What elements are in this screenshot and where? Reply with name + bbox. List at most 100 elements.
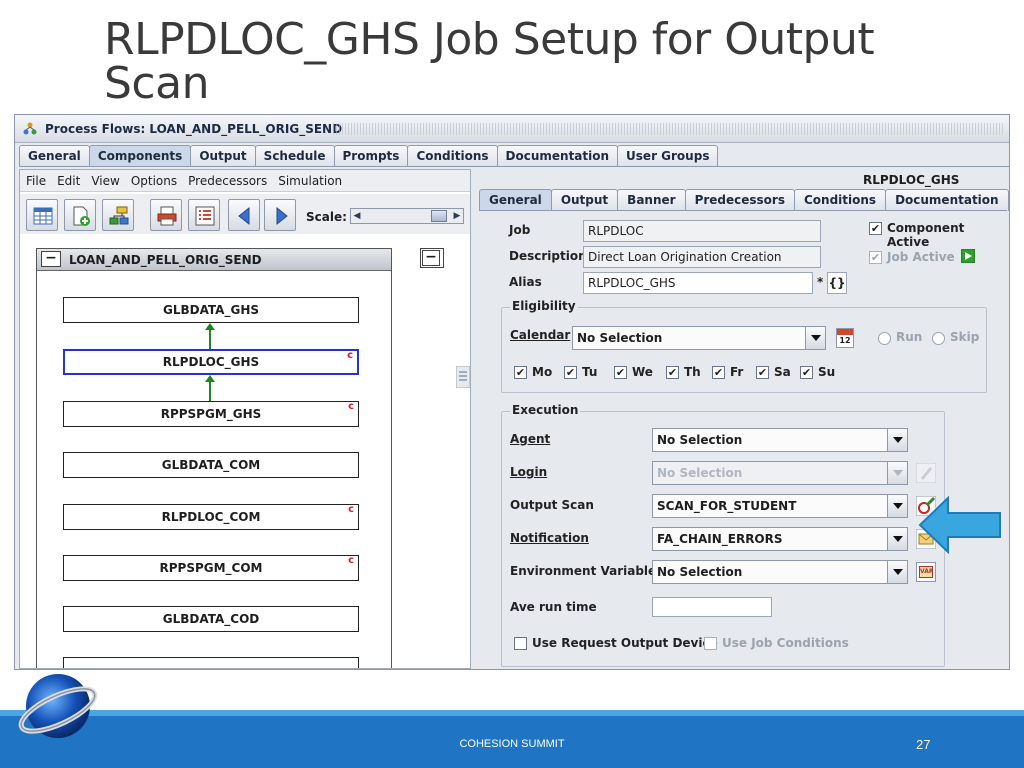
list-view-button[interactable] [188, 199, 220, 231]
node-label: GLBDATA_GHS [162, 303, 260, 317]
env-vars-button[interactable]: VAR [916, 562, 936, 582]
process-flow-icon [23, 122, 37, 135]
job-active-checkbox: ✔ [869, 251, 882, 264]
flow-canvas[interactable]: − LOAN_AND_PELL_ORIG_SEND GLBDATA_GHS RL… [24, 236, 470, 668]
flow-node-glbdata-com[interactable]: GLBDATA_COM [63, 452, 359, 478]
flow-node-rlpdloc-com[interactable]: RLPDLOC_COM c [63, 504, 359, 530]
flow-node-rlpdloc-ghs[interactable]: RLPDLOC_GHS c [63, 349, 359, 375]
tab-output[interactable]: Output [190, 145, 256, 167]
menu-predecessors[interactable]: Predecessors [188, 174, 267, 188]
ctab-conditions[interactable]: Conditions [793, 189, 887, 211]
chevron-down-icon[interactable] [805, 327, 825, 349]
grid-layout-button[interactable] [26, 199, 58, 231]
flow-node-glbdata-cod[interactable]: GLBDATA_COD [63, 606, 359, 632]
window-titlebar[interactable]: Process Flows: LOAN_AND_PELL_ORIG_SEND [15, 115, 1009, 143]
day-th-label: Th [684, 365, 701, 379]
use-request-output-checkbox[interactable] [514, 637, 527, 650]
output-scan-select[interactable]: SCAN_FOR_STUDENT [652, 494, 908, 518]
hierarchy-icon [109, 206, 129, 225]
chevron-down-icon[interactable] [887, 528, 907, 550]
collapse-flow-button[interactable]: − [41, 251, 61, 267]
ctab-documentation[interactable]: Documentation [885, 189, 1009, 211]
agent-value: No Selection [657, 433, 743, 447]
menu-edit[interactable]: Edit [57, 174, 80, 188]
notification-select[interactable]: FA_CHAIN_ERRORS [652, 527, 908, 551]
day-fr-checkbox[interactable]: ✔ [712, 366, 725, 379]
previous-button[interactable] [228, 199, 260, 231]
chevron-down-icon[interactable] [887, 429, 907, 451]
collapse-secondary-button[interactable]: − [422, 250, 440, 266]
node-label: RLPDLOC_COM [161, 510, 261, 524]
arrow-right-icon [276, 206, 288, 226]
tab-schedule[interactable]: Schedule [254, 145, 335, 167]
day-sa-checkbox[interactable]: ✔ [756, 366, 769, 379]
execution-label: Execution [510, 403, 581, 417]
flow-arrow [205, 323, 215, 349]
add-component-button[interactable] [64, 199, 96, 231]
flow-node-rppspgm-ghs[interactable]: RPPSPGM_GHS c [63, 401, 359, 427]
scale-slider[interactable]: ◀ ▶ [350, 208, 464, 224]
tab-prompts[interactable]: Prompts [333, 145, 409, 167]
slider-right-icon[interactable]: ▶ [451, 209, 463, 223]
slider-thumb[interactable] [431, 210, 447, 222]
run-label: Run [896, 330, 923, 344]
flow-node-partial[interactable] [63, 657, 359, 668]
day-tu-checkbox[interactable]: ✔ [564, 366, 577, 379]
print-preview-button[interactable] [150, 199, 182, 231]
env-vars-select[interactable]: No Selection [652, 560, 908, 584]
day-su-checkbox[interactable]: ✔ [800, 366, 813, 379]
footer-strip [0, 710, 1024, 716]
calendar-select[interactable]: No Selection [572, 326, 826, 350]
use-job-conditions-checkbox [704, 637, 717, 650]
day-fr-label: Fr [730, 365, 744, 379]
tab-user-groups[interactable]: User Groups [617, 145, 719, 167]
run-radio[interactable] [878, 332, 891, 345]
component-active-checkbox[interactable]: ✔ [869, 222, 882, 235]
slider-left-icon[interactable]: ◀ [351, 209, 363, 223]
tab-conditions[interactable]: Conditions [407, 145, 498, 167]
ctab-output[interactable]: Output [550, 189, 619, 211]
footer-text: COHESION SUMMIT [459, 738, 565, 750]
calendar-label-text: Calendar [510, 328, 571, 342]
component-tab-bar: General Output Banner Predecessors Condi… [479, 189, 1009, 211]
next-button[interactable] [264, 199, 296, 231]
day-th-checkbox[interactable]: ✔ [666, 366, 679, 379]
flow-node-glbdata-ghs[interactable]: GLBDATA_GHS [63, 297, 359, 323]
job-label: Job [509, 223, 531, 237]
agent-select[interactable]: No Selection [652, 428, 908, 452]
general-tab-body: Job RLPDLOC Description Direct Loan Orig… [479, 210, 1007, 668]
splitter-handle-icon[interactable] [456, 366, 470, 388]
chevron-down-icon[interactable] [887, 561, 907, 583]
alias-variables-button[interactable]: {} [827, 272, 847, 294]
ctab-general[interactable]: General [479, 189, 552, 211]
tab-components[interactable]: Components [88, 145, 192, 167]
ave-run-time-field[interactable] [652, 597, 772, 617]
play-icon[interactable] [961, 249, 975, 263]
required-marker: * [817, 275, 824, 289]
menu-options[interactable]: Options [131, 174, 177, 188]
calendar-icon-day: 12 [839, 336, 851, 345]
calendar-button[interactable]: 12 [836, 328, 854, 348]
flow-node-rppspgm-com[interactable]: RPPSPGM_COM c [63, 555, 359, 581]
calendar-label: Calendar [510, 328, 570, 342]
alias-input[interactable]: RLPDLOC_GHS [583, 272, 813, 294]
flow-structure-button[interactable] [102, 199, 134, 231]
menu-simulation[interactable]: Simulation [278, 174, 342, 188]
callout-arrow-icon [918, 496, 1001, 554]
menu-file[interactable]: File [26, 174, 46, 188]
tab-documentation[interactable]: Documentation [496, 145, 619, 167]
chevron-down-icon[interactable] [887, 495, 907, 517]
day-we-checkbox[interactable]: ✔ [614, 366, 627, 379]
day-mo-checkbox[interactable]: ✔ [514, 366, 527, 379]
window-title: Process Flows: LOAN_AND_PELL_ORIG_SEND [45, 122, 343, 136]
day-mo-label: Mo [532, 365, 553, 379]
skip-radio[interactable] [932, 332, 945, 345]
tab-general[interactable]: General [19, 145, 90, 167]
menu-view[interactable]: View [91, 174, 119, 188]
component-name: RLPDLOC_GHS [863, 173, 960, 187]
node-label: RPPSPGM_GHS [160, 407, 262, 421]
ctab-predecessors[interactable]: Predecessors [684, 189, 795, 211]
main-tab-bar: General Components Output Schedule Promp… [19, 145, 719, 167]
ctab-banner[interactable]: Banner [617, 189, 686, 211]
secondary-flow-box[interactable]: − [420, 248, 444, 268]
